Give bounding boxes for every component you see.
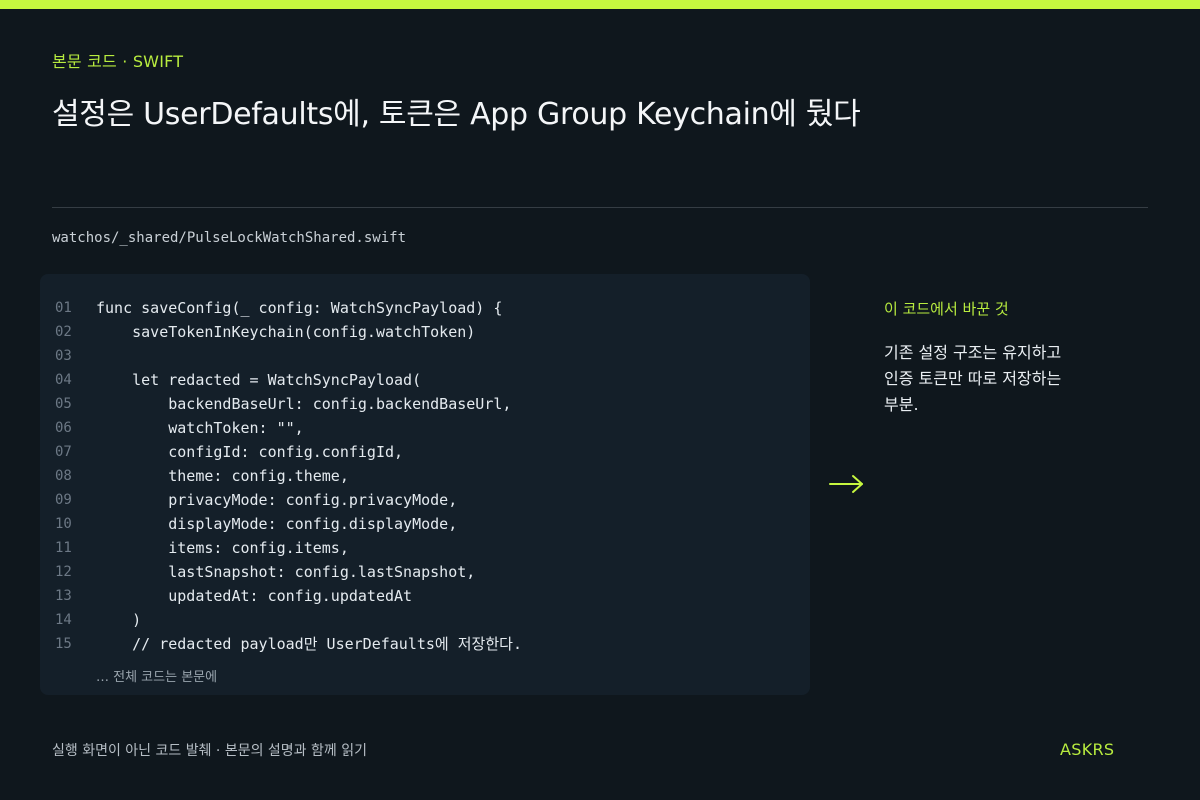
change-summary-description: 기존 설정 구조는 유지하고 인증 토큰만 따로 저장하는 부분. [884,340,1094,418]
line-number: 09 [55,492,72,508]
line-text: theme: config.theme, [96,467,349,485]
line-number: 10 [55,516,72,532]
code-line: 12 lastSnapshot: config.lastSnapshot, [40,560,810,584]
line-number: 04 [55,372,72,388]
header-divider [52,207,1148,208]
line-text: watchToken: "", [96,419,304,437]
section-kicker: 본문 코드 · SWIFT [52,52,184,71]
code-line: 07 configId: config.configId, [40,440,810,464]
line-text: ) [96,611,142,629]
brand-logo-text: ASKRS [1060,740,1115,759]
code-line: 03 [40,344,810,368]
code-line: 09 privacyMode: config.privacyMode, [40,488,810,512]
code-line: 11 items: config.items, [40,536,810,560]
accent-top-bar [0,0,1200,9]
description-line: 기존 설정 구조는 유지하고 [884,343,1062,362]
code-line: 02 saveTokenInKeychain(config.watchToken… [40,320,810,344]
line-number: 08 [55,468,72,484]
line-number: 13 [55,588,72,604]
line-number: 06 [55,420,72,436]
file-path: watchos/_shared/PulseLockWatchShared.swi… [52,230,407,246]
line-number: 03 [55,348,72,364]
code-panel: 01 func saveConfig(_ config: WatchSyncPay… [40,274,810,695]
description-line: 인증 토큰만 따로 저장하는 [884,369,1062,388]
code-line: 05 backendBaseUrl: config.backendBaseUrl… [40,392,810,416]
line-text: func saveConfig(_ config: WatchSyncPaylo… [96,299,503,317]
line-number: 05 [55,396,72,412]
line-number: 12 [55,564,72,580]
line-text: configId: config.configId, [96,443,404,461]
line-text: // redacted payload만 UserDefaults에 저장한다. [96,635,522,653]
slide-page: 본문 코드 · SWIFT 설정은 UserDefaults에, 토큰은 App… [0,0,1200,800]
code-line: 01 func saveConfig(_ config: WatchSyncPay… [40,296,810,320]
change-summary-label: 이 코드에서 바꾼 것 [884,300,1009,318]
line-number: 15 [55,636,72,652]
line-number: 07 [55,444,72,460]
line-text: let redacted = WatchSyncPayload( [96,371,422,389]
line-text: privacyMode: config.privacyMode, [96,491,458,509]
line-number: 11 [55,540,72,556]
line-text: lastSnapshot: config.lastSnapshot, [96,563,476,581]
line-number: 14 [55,612,72,628]
code-line: 15 // redacted payload만 UserDefaults에 저장… [40,632,810,656]
arrow-right-icon [829,475,863,493]
line-text: saveTokenInKeychain(config.watchToken) [96,323,476,341]
line-number: 02 [55,324,72,340]
code-lines: 01 func saveConfig(_ config: WatchSyncPay… [40,296,810,656]
more-code-note: … 전체 코드는 본문에 [96,670,218,685]
page-title: 설정은 UserDefaults에, 토큰은 App Group Keychai… [52,97,861,132]
code-line: 08 theme: config.theme, [40,464,810,488]
code-line: 13 updatedAt: config.updatedAt [40,584,810,608]
line-number: 01 [55,300,72,316]
line-text: displayMode: config.displayMode, [96,515,458,533]
line-text: items: config.items, [96,539,349,557]
code-line: 04 let redacted = WatchSyncPayload( [40,368,810,392]
footer-note: 실행 화면이 아닌 코드 발췌 · 본문의 설명과 함께 읽기 [52,743,367,759]
description-line: 부분. [884,395,919,414]
code-line: 14 ) [40,608,810,632]
line-text: updatedAt: config.updatedAt [96,587,413,605]
code-line: 06 watchToken: "", [40,416,810,440]
line-text: backendBaseUrl: config.backendBaseUrl, [96,395,512,413]
code-line: 10 displayMode: config.displayMode, [40,512,810,536]
